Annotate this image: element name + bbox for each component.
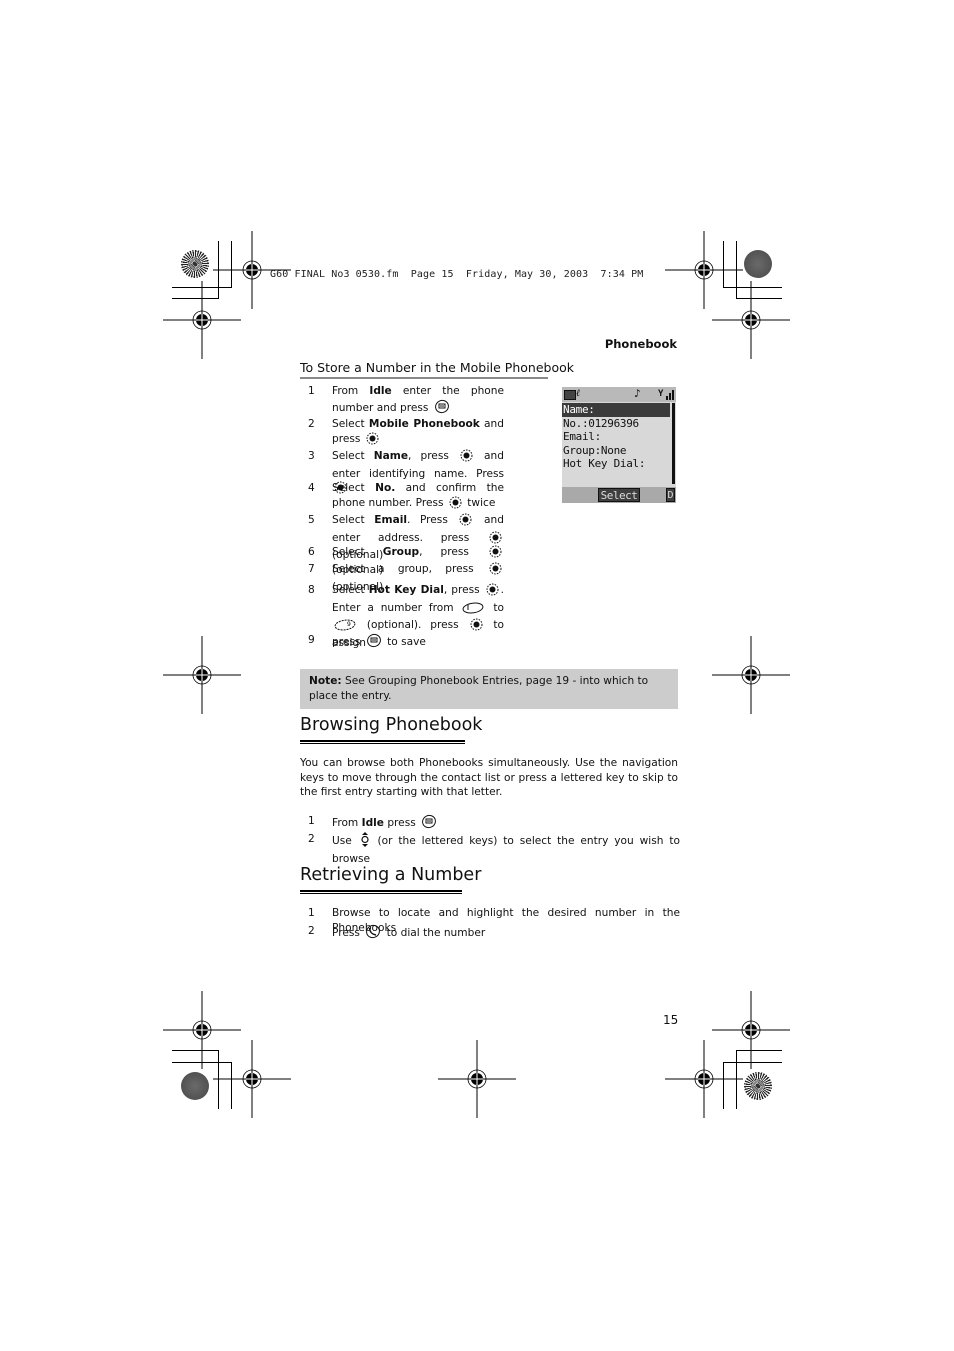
call-key-icon xyxy=(365,924,381,944)
bold-term: Idle xyxy=(369,385,392,397)
phone-menu-item[interactable]: Name: xyxy=(562,403,670,417)
list-item: 2 Select Mobile Phonebook and press xyxy=(300,417,504,449)
registration-mark-icon xyxy=(438,1040,516,1118)
bold-term: Idle xyxy=(361,817,384,829)
list-item: 1 From Idle enter the phone number and pr… xyxy=(300,384,504,418)
battery-icon xyxy=(564,390,576,400)
right-softkey[interactable]: D xyxy=(666,488,675,502)
list-item: 1 From Idle press xyxy=(300,814,680,834)
navigation-key-icon xyxy=(360,832,370,852)
line-1-icon: ℓ xyxy=(576,388,581,399)
retrieving-heading: Retrieving a Number xyxy=(300,865,482,885)
status-bar: ℓ ♪ Y xyxy=(562,387,676,402)
scrollbar xyxy=(672,403,675,484)
step-text: press to save xyxy=(332,633,426,653)
print-slug: G60 FINAL No3 0530.fm Page 15 Friday, Ma… xyxy=(270,269,644,280)
phone-menu-item[interactable]: Hot Key Dial: xyxy=(562,457,670,471)
browsing-heading: Browsing Phonebook xyxy=(300,715,483,735)
registration-mark-icon xyxy=(712,281,790,359)
step-text: Use (or the lettered keys) to select the… xyxy=(332,832,680,866)
step-number: 1 xyxy=(308,815,315,827)
color-target-icon xyxy=(181,1072,209,1100)
step-number: 2 xyxy=(308,418,315,430)
color-target-icon xyxy=(744,1072,772,1100)
phone-menu-item[interactable]: No.:01296396 xyxy=(562,417,670,431)
select-key-icon xyxy=(459,513,472,531)
bold-term: Hot Key Dial xyxy=(368,584,444,596)
bold-term: Name xyxy=(373,450,409,462)
select-key-icon xyxy=(489,545,502,563)
step-number: 2 xyxy=(308,833,315,845)
section-subtitle: To Store a Number in the Mobile Phoneboo… xyxy=(300,360,574,379)
phone-menu-item[interactable]: Email: xyxy=(562,430,670,444)
step-number: 4 xyxy=(308,482,315,494)
phone-menu: Name: No.:01296396 Email: Group:None Hot Key… xyxy=(562,403,670,471)
list-item: 9 press to save xyxy=(300,633,504,653)
phone-screen: ℓ ♪ Y Name: No.:01296396 Email: Group:None H… xyxy=(562,387,676,503)
select-key-icon xyxy=(366,432,379,450)
phonebook-key-icon xyxy=(421,814,437,834)
step-text: Select No. and confirm the phone number.… xyxy=(332,481,504,513)
heading-rule xyxy=(300,890,462,894)
page-number: 15 xyxy=(663,1013,679,1027)
registration-mark-icon xyxy=(213,1040,291,1118)
step-text: Press to dial the number xyxy=(332,924,485,944)
color-target-icon xyxy=(181,250,209,278)
list-item: 4 Select No. and confirm the phone number… xyxy=(300,481,504,513)
step-number: 1 xyxy=(308,385,315,397)
phonebook-key-icon xyxy=(434,399,450,419)
bold-term: Mobile Phonebook xyxy=(368,418,480,430)
list-item: 2 Use (or the lettered keys) to select th… xyxy=(300,832,680,866)
registration-mark-icon xyxy=(665,1040,743,1118)
heading-rule xyxy=(300,740,465,744)
signal-icon: Y xyxy=(658,389,674,400)
select-key-icon xyxy=(449,496,462,514)
step-text: From Idle enter the phone number and pre… xyxy=(332,384,504,418)
note-box: Note: See Grouping Phonebook Entries, pa… xyxy=(300,669,678,709)
running-head: Phonebook xyxy=(604,337,677,351)
step-text: Select Mobile Phonebook and press xyxy=(332,417,504,449)
phone-menu-item[interactable]: Group:None xyxy=(562,444,670,458)
key-1-icon xyxy=(462,602,484,619)
step-number: 9 xyxy=(308,634,315,646)
select-softkey[interactable]: Select xyxy=(598,488,640,502)
registration-mark-icon xyxy=(163,281,241,359)
list-item: 2 Press to dial the number xyxy=(300,924,680,944)
bold-term: Group xyxy=(382,546,420,558)
phonebook-key-icon xyxy=(366,633,382,653)
svg-text:9: 9 xyxy=(347,621,351,628)
note-text: See Grouping Phonebook Entries, page 19 … xyxy=(309,675,649,702)
step-text: From Idle press xyxy=(332,814,439,834)
step-number: 2 xyxy=(308,925,315,937)
color-target-icon xyxy=(744,250,772,278)
browsing-paragraph: You can browse both Phonebooks simultane… xyxy=(300,757,678,798)
bold-term: No. xyxy=(375,482,396,494)
note-label: Note: xyxy=(309,675,342,687)
bold-term: Email xyxy=(374,514,407,526)
softkey-bar: Select D xyxy=(562,487,676,503)
registration-mark-icon xyxy=(163,636,241,714)
select-key-icon xyxy=(460,449,473,467)
select-key-icon xyxy=(489,562,502,580)
music-note-icon: ♪ xyxy=(634,387,641,400)
select-key-icon xyxy=(486,583,499,601)
registration-mark-icon xyxy=(712,636,790,714)
